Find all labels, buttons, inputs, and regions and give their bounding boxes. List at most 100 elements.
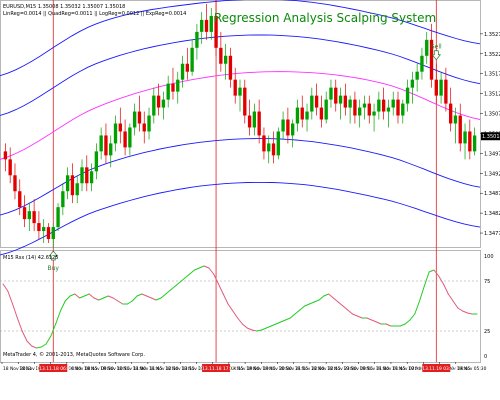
- candle-body: [46, 227, 51, 240]
- candle: [276, 127, 280, 160]
- candle-body: [65, 175, 70, 192]
- candle-body: [377, 99, 381, 112]
- candle-body: [405, 87, 410, 104]
- candle-body: [338, 95, 343, 104]
- candle-body: [444, 79, 448, 104]
- candle-body: [109, 143, 113, 156]
- candle-body: [195, 31, 199, 48]
- candle-body: [425, 39, 429, 56]
- candle-body: [281, 119, 285, 132]
- candle-body: [420, 55, 424, 72]
- candle-body: [243, 87, 247, 116]
- candle-body: [161, 99, 166, 108]
- current-price-label: 1.35018: [482, 134, 500, 140]
- candle-body: [51, 227, 55, 240]
- candle-body: [267, 143, 271, 152]
- candle-body: [113, 123, 118, 144]
- candle-body: [209, 15, 213, 32]
- candle-body: [257, 111, 261, 136]
- candle-body: [89, 171, 94, 184]
- candle-body: [142, 123, 146, 132]
- candle-body: [223, 55, 228, 64]
- candle-body: [472, 135, 477, 152]
- candle-body: [468, 131, 472, 152]
- candle-body: [22, 207, 27, 220]
- price-tick-label: 1.34875: [484, 191, 500, 197]
- candle-body: [42, 227, 46, 232]
- symbol-info-text: EURUSD,M15 1.35008 1.35032 1.35007 1.350…: [3, 4, 125, 10]
- candle-body: [70, 175, 75, 196]
- candle-body: [147, 115, 151, 132]
- price-tick-label: 1.35225: [484, 52, 500, 58]
- candle-body: [176, 79, 180, 92]
- candle-body: [439, 79, 443, 96]
- candle-body: [329, 87, 333, 100]
- candle-body: [132, 111, 137, 128]
- candle-body: [276, 131, 280, 156]
- candle-body: [3, 151, 8, 160]
- candle-body: [334, 87, 338, 104]
- candle-body: [204, 19, 209, 32]
- candle-body: [18, 191, 22, 208]
- candle-body: [27, 211, 32, 220]
- candle-body: [56, 207, 60, 228]
- candle-body: [75, 183, 79, 196]
- candle-body: [353, 99, 357, 116]
- candle-body: [324, 99, 328, 120]
- candle: [56, 203, 60, 232]
- candle-body: [271, 143, 276, 156]
- chart-title: Regression Analysis Scalping System: [214, 11, 436, 25]
- candle-body: [286, 119, 290, 136]
- candle-body: [305, 111, 309, 120]
- price-tick-label: 1.34825: [484, 211, 500, 217]
- candle-body: [152, 95, 156, 116]
- price-tick-label: 1.34925: [484, 171, 500, 177]
- candle-body: [99, 135, 103, 152]
- candle-body: [32, 211, 36, 224]
- rsx-tick-label: 75: [484, 279, 490, 285]
- candle-body: [319, 107, 324, 120]
- candle-body: [401, 103, 405, 116]
- candle-body: [156, 95, 161, 108]
- candle-body: [396, 99, 400, 116]
- rsx-tick-label: 0: [484, 354, 487, 360]
- candle-body: [185, 63, 190, 72]
- candle-body: [391, 99, 395, 108]
- candle-body: [463, 131, 467, 144]
- candle-body: [233, 79, 237, 96]
- candle-body: [362, 103, 367, 108]
- candle-body: [434, 79, 438, 96]
- highlighted-time-label: 2013.11.18 17:00: [196, 366, 235, 372]
- candle-body: [300, 107, 304, 120]
- candle-body: [358, 107, 362, 116]
- candle-body: [262, 135, 266, 152]
- candle-body: [94, 151, 99, 172]
- candle-body: [410, 79, 415, 88]
- price-tick-label: 1.34975: [484, 151, 500, 157]
- candle-body: [13, 175, 17, 192]
- sell-signal-label: Sell: [431, 44, 442, 51]
- price-tick-label: 1.35175: [484, 72, 500, 78]
- copyright-text: MetaTrader 4, © 2001-2013, MetaQuotes So…: [3, 351, 145, 358]
- candle-body: [290, 123, 295, 136]
- candle-body: [219, 47, 223, 64]
- highlighted-time-label: 2013.11.18 06:30: [34, 366, 73, 372]
- candle-body: [190, 47, 194, 72]
- candle-body: [252, 111, 257, 128]
- candle-body: [453, 115, 458, 124]
- candle-body: [171, 83, 175, 92]
- candle-body: [372, 111, 376, 116]
- candle-body: [295, 107, 300, 124]
- candle-body: [104, 135, 108, 156]
- candle-body: [458, 115, 462, 144]
- candle-body: [415, 71, 419, 80]
- indicator-info-text: LinReg=0.0014 || QuadReg=0.0011 || LogRe…: [3, 11, 186, 17]
- price-tick-label: 1.35125: [484, 92, 500, 98]
- candle-body: [367, 103, 371, 116]
- candle-body: [80, 167, 84, 184]
- candle-body: [123, 131, 127, 148]
- candle-body: [166, 83, 170, 100]
- highlighted-time-label: 2013.11.19 03:45: [417, 366, 456, 372]
- rsx-label: M15 Rsx (14) 42.6125: [3, 255, 58, 261]
- candle-body: [180, 63, 185, 80]
